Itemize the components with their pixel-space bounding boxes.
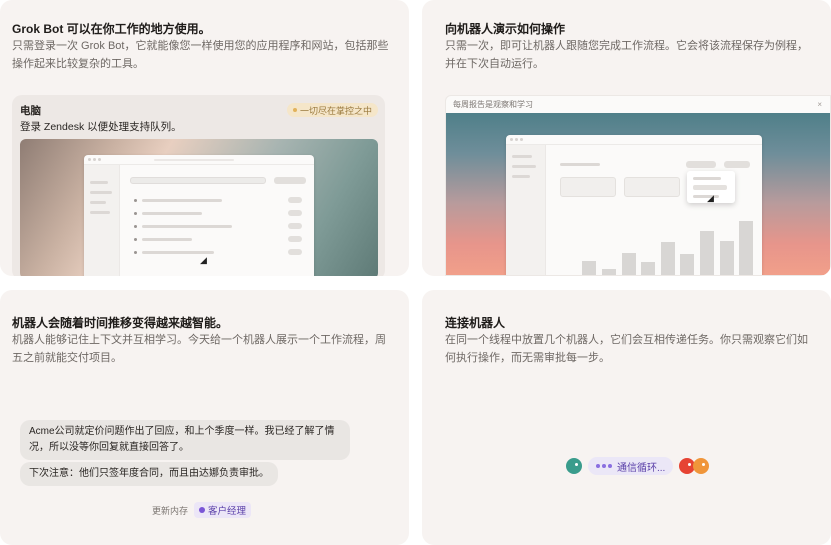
chart-bar — [582, 261, 596, 275]
feature-card-connect: 连接机器人 在同一个线程中放置几个机器人，它们会互相传递任务。你只需观察它们如何… — [422, 290, 831, 545]
chart-bar — [720, 241, 734, 275]
chart-bar — [700, 231, 714, 275]
demo-panel-title: 每周报告是观察和学习 — [453, 100, 533, 109]
memory-tag: 客户经理 — [194, 502, 252, 518]
mini-report-window: ◢ — [506, 135, 762, 276]
card-title: 向机器人演示如何操作 — [445, 22, 566, 36]
demo-panel-header: 每周报告是观察和学习 × — [446, 96, 830, 113]
card-description: 机器人能够记住上下文并互相学习。今天给一个机器人展示一个工作流程，周五之前就能交… — [12, 334, 386, 364]
chart-bar — [602, 269, 616, 275]
feature-card-smarter: 机器人会随着时间推移变得越来越智能。 机器人能够记住上下文并互相学习。今天给一个… — [0, 290, 409, 545]
memory-tag-label: 客户经理 — [208, 506, 247, 517]
close-icon[interactable]: × — [817, 100, 822, 109]
demo-recording-panel: 每周报告是观察和学习 × ◢ — [445, 95, 831, 276]
bot-avatar-icon — [693, 458, 710, 474]
app-preview-illustration: ◢ — [20, 139, 378, 276]
card-title: Grok Bot 可以在你工作的地方使用。 — [12, 22, 211, 36]
report-preview-illustration: ◢ — [446, 113, 830, 276]
computer-task-panel: 电脑 登录 Zendesk 以便处理支持队列。 一切尽在掌控之中 ◢ — [12, 95, 385, 276]
mini-app-window: ◢ — [84, 155, 314, 276]
chat-message: Acme公司就定价问题作出了回应，和上个季度一样。我已经了解了情况，所以没等你回… — [20, 420, 350, 460]
mini-sidebar — [84, 165, 120, 276]
typing-dots-icon — [596, 464, 612, 468]
chart-bar — [680, 254, 694, 275]
tag-dot-icon — [199, 507, 206, 513]
pointer-cursor-icon: ◢ — [707, 193, 714, 203]
card-title: 机器人会随着时间推移变得越来越智能。 — [12, 316, 229, 330]
pointer-cursor-icon: ◢ — [200, 255, 207, 265]
feature-card-demo: 向机器人演示如何操作 只需一次，即可让机器人跟随您完成工作流程。它会将该流程保存… — [422, 0, 831, 276]
task-instruction: 登录 Zendesk 以便处理支持队列。 — [20, 121, 182, 133]
status-chip: 一切尽在掌控之中 — [287, 103, 379, 117]
chart-bar — [622, 253, 636, 275]
window-controls — [506, 135, 762, 145]
chart-bar — [563, 275, 577, 276]
card-title: 连接机器人 — [445, 316, 506, 330]
task-panel-label: 电脑 — [20, 105, 41, 117]
bot-avatar-icon — [566, 458, 582, 474]
loop-status-pill: 通信循环... — [588, 457, 674, 475]
bot-communication-loop: 通信循环... — [566, 457, 710, 475]
card-description: 只需登录一次 Grok Bot，它就能像您一样使用您的应用程序和网站，包括那些操… — [12, 40, 389, 70]
bar-chart — [560, 205, 756, 276]
feature-card-grok-bot: Grok Bot 可以在你工作的地方使用。 只需登录一次 Grok Bot，它就… — [0, 0, 409, 276]
loop-status-label: 通信循环... — [617, 462, 666, 474]
chart-bar — [641, 262, 655, 275]
memory-update: 更新内存 客户经理 — [152, 502, 252, 518]
card-description: 在同一个线程中放置几个机器人，它们会互相传递任务。你只需观察它们如何执行操作，而… — [445, 334, 808, 364]
mini-sidebar — [506, 145, 546, 275]
status-chip-label: 一切尽在掌控之中 — [300, 105, 373, 116]
card-description: 只需一次，即可让机器人跟随您完成工作流程。它会将该流程保存为例程，并在下次自动运… — [445, 40, 808, 70]
chat-message: 下次注意：他们只签年度合同，而且由达娜负责审批。 — [20, 462, 278, 486]
chart-bar — [661, 242, 675, 275]
chart-bar — [739, 221, 753, 275]
status-dot-icon — [293, 108, 297, 112]
memory-label: 更新内存 — [152, 505, 189, 516]
